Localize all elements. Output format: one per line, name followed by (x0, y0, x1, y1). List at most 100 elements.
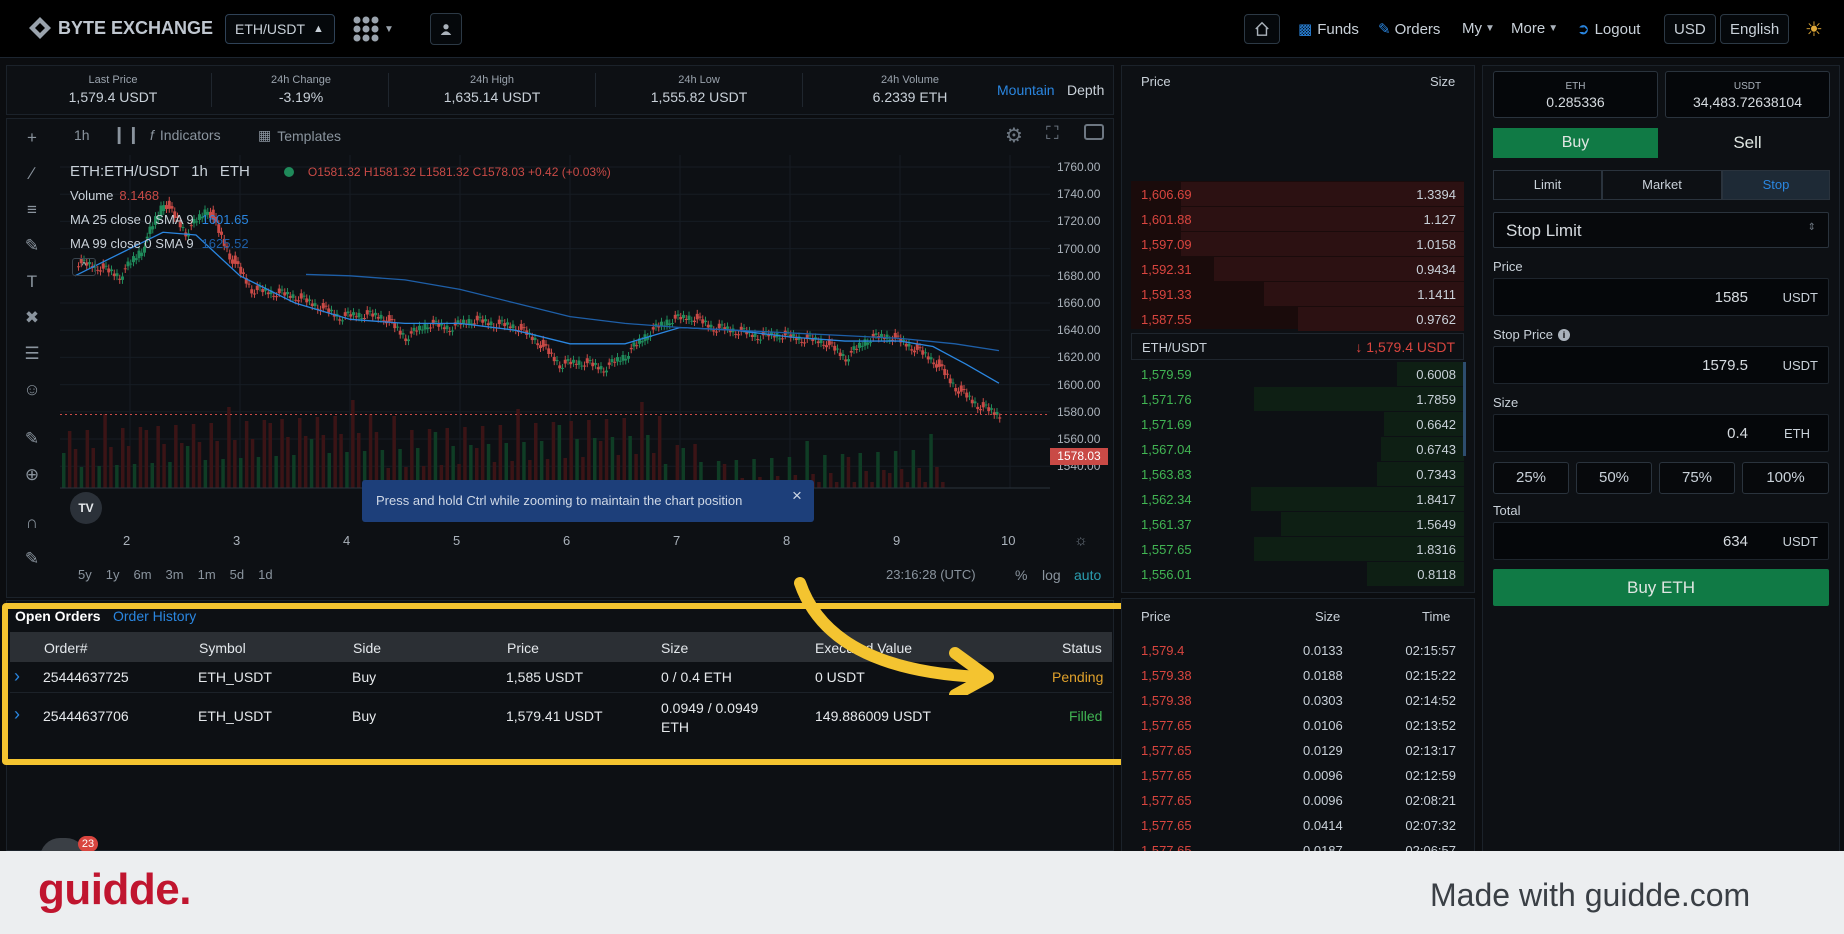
orderbook-bid-row[interactable]: 1,556.01 0.8118 (1131, 562, 1464, 587)
guidde-tagline[interactable]: Made with guidde.com (1430, 877, 1750, 914)
order-type-market[interactable]: Market (1602, 170, 1722, 200)
trade-price: 1,577.65 (1141, 743, 1192, 758)
guidde-logo[interactable]: guidde. (38, 865, 191, 915)
percent-75-button[interactable]: 75% (1659, 462, 1735, 494)
info-icon[interactable]: i (1557, 328, 1570, 341)
orderbook-ask-row[interactable]: 1,601.88 1.127 (1131, 207, 1464, 232)
apps-menu[interactable]: ▼ (352, 15, 394, 43)
orderbook-bid-row[interactable]: 1,557.65 1.8316 (1131, 537, 1464, 562)
nav-logout[interactable]: ➲ Logout (1577, 20, 1640, 39)
percent-100-button[interactable]: 100% (1742, 462, 1829, 494)
sell-tab[interactable]: Sell (1665, 128, 1830, 158)
orderbook-scrollbar[interactable] (1463, 362, 1466, 456)
lock-drawing-icon[interactable]: ✎ (21, 548, 43, 570)
interval-selector[interactable]: 1h (74, 127, 90, 143)
currency-selector[interactable]: USD (1664, 14, 1716, 44)
orderbook-ask-row[interactable]: 1,597.09 1.0158 (1131, 232, 1464, 257)
percent-50-button[interactable]: 50% (1576, 462, 1652, 494)
templates-button[interactable]: ▦ Templates (258, 127, 341, 144)
scale-auto-toggle[interactable]: auto (1074, 567, 1101, 583)
orderbook-bid-row[interactable]: 1,563.83 0.7343 (1131, 462, 1464, 487)
trade-size: 0.0188 (1303, 668, 1343, 683)
order-type-limit[interactable]: Limit (1493, 170, 1602, 200)
candle-body (880, 333, 883, 337)
collapse-legend-button[interactable]: ^ (72, 258, 96, 276)
candle-body (610, 359, 614, 363)
home-button[interactable] (1244, 14, 1280, 44)
range-button-5y[interactable]: 5y (78, 567, 92, 582)
nav-my[interactable]: My ▼ (1462, 20, 1495, 37)
range-button-3m[interactable]: 3m (166, 567, 184, 582)
user-icon (440, 24, 452, 35)
stop-price-input[interactable]: 1579.5 USDT (1493, 346, 1829, 384)
text-tool-icon[interactable]: T (21, 271, 43, 293)
mode-depth-button[interactable]: Depth (1067, 82, 1104, 98)
brand-logo[interactable]: BYTE EXCHANGE (28, 16, 213, 40)
fullscreen-icon[interactable]: ⛶ (1046, 123, 1059, 144)
mode-mountain-button[interactable]: Mountain (997, 82, 1055, 98)
scale-log-toggle[interactable]: log (1042, 567, 1061, 583)
volume-bar (73, 449, 78, 488)
range-button-6m[interactable]: 6m (133, 567, 151, 582)
orderbook-bid-row[interactable]: 1,567.04 0.6743 (1131, 437, 1464, 462)
fib-lines-icon[interactable]: ≡ (21, 199, 43, 221)
pattern-icon[interactable]: ✖ (21, 307, 43, 329)
volume-bar (899, 469, 904, 488)
scale-percent-toggle[interactable]: % (1015, 567, 1027, 583)
ruler-icon[interactable]: ✎ (21, 428, 43, 450)
candle-body (434, 320, 438, 322)
total-input[interactable]: 634 USDT (1493, 522, 1829, 560)
orderbook-ask-row[interactable]: 1,606.69 1.3394 (1131, 182, 1464, 207)
theme-toggle-sun-icon[interactable]: ☀ (1805, 17, 1823, 42)
size-input[interactable]: 0.4 ETH (1493, 414, 1829, 452)
axis-settings-icon[interactable]: ☼ (1074, 532, 1088, 549)
buy-eth-button[interactable]: Buy ETH (1493, 569, 1829, 606)
nav-more[interactable]: More ▼ (1511, 20, 1558, 37)
price-chart[interactable] (60, 155, 1050, 520)
candle-body (354, 316, 358, 318)
candle-body (299, 293, 303, 299)
candle-body (349, 314, 353, 317)
y-tick-label: 1620.00 (1057, 350, 1101, 365)
profile-button[interactable] (430, 13, 462, 45)
stop-type-select[interactable]: Stop Limit ⇕ (1493, 212, 1829, 248)
range-button-5d[interactable]: 5d (230, 567, 244, 582)
language-selector[interactable]: English (1720, 14, 1790, 44)
buy-tab[interactable]: Buy (1493, 128, 1658, 158)
zoom-in-icon[interactable]: ⊕ (21, 464, 43, 486)
settings-gear-icon[interactable]: ⚙ (1005, 123, 1023, 148)
camera-icon[interactable] (1084, 124, 1104, 140)
emoji-icon[interactable]: ☺ (21, 379, 43, 401)
candle-type-icon[interactable]: ❙❙ (112, 125, 141, 145)
orderbook-bid-row[interactable]: 1,562.34 1.8417 (1131, 487, 1464, 512)
magnet-icon[interactable]: ∩ (21, 512, 43, 534)
price-input[interactable]: 1585 USDT (1493, 278, 1829, 316)
range-button-1d[interactable]: 1d (258, 567, 272, 582)
orderbook-bid-row[interactable]: 1,561.37 1.5649 (1131, 512, 1464, 537)
nav-orders[interactable]: ✎ Orders (1378, 20, 1440, 39)
ma-line (74, 231, 1000, 384)
orderbook-ask-row[interactable]: 1,587.55 0.9762 (1131, 307, 1464, 332)
orderbook-ask-row[interactable]: 1,592.31 0.9434 (1131, 257, 1464, 282)
orderbook-bid-row[interactable]: 1,579.59 0.6008 (1131, 362, 1464, 387)
indicators-button[interactable]: f Indicators (150, 127, 221, 143)
percent-25-button[interactable]: 25% (1493, 462, 1569, 494)
orderbook-bid-row[interactable]: 1,571.76 1.7859 (1131, 387, 1464, 412)
bid-size: 0.6743 (1416, 442, 1456, 457)
candle-body (635, 345, 639, 347)
candle-body (451, 330, 454, 332)
close-icon[interactable]: × (792, 486, 802, 506)
crosshair-icon[interactable]: + (21, 127, 43, 149)
range-button-1m[interactable]: 1m (198, 567, 216, 582)
orderbook-ask-row[interactable]: 1,591.33 1.1411 (1131, 282, 1464, 307)
nav-funds[interactable]: ▩ Funds (1298, 20, 1359, 39)
orderbook-bid-row[interactable]: 1,571.69 0.6642 (1131, 412, 1464, 437)
volume-bar (557, 425, 562, 488)
order-type-stop[interactable]: Stop (1722, 170, 1830, 200)
brush-icon[interactable]: ✎ (21, 235, 43, 257)
range-button-1y[interactable]: 1y (106, 567, 120, 582)
projection-icon[interactable]: ☰ (21, 343, 43, 365)
trend-line-icon[interactable]: ∕ (21, 163, 43, 185)
pair-selector[interactable]: ETH/USDT ▲ (225, 14, 335, 44)
tradingview-logo[interactable]: TV (70, 492, 102, 524)
